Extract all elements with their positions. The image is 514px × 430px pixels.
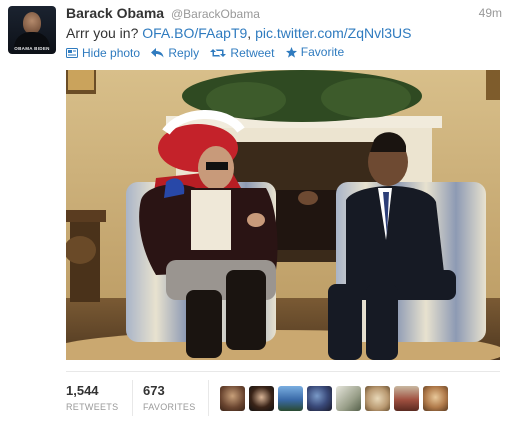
reply-icon (151, 47, 164, 57)
retweets-label: RETWEETS (66, 402, 119, 412)
avatar-caption: OBAMA BIDEN (14, 46, 50, 51)
favoriters-avatars (220, 386, 452, 411)
reply-button[interactable]: Reply (151, 46, 199, 60)
oval-office-scene (66, 70, 500, 360)
retweets-stat[interactable]: 1,544 RETWEETS (66, 383, 118, 412)
favorites-label: FAVORITES (143, 402, 196, 412)
hide-photo-label: Hide photo (82, 45, 141, 60)
photo-icon (66, 47, 78, 58)
favoriter-avatar[interactable] (394, 386, 419, 411)
retweet-label: Retweet (230, 45, 275, 60)
tweet-link-pic[interactable]: pic.twitter.com/ZqNvl3US (255, 25, 411, 41)
avatar[interactable]: OBAMA BIDEN (8, 6, 56, 54)
avatar-face (23, 12, 41, 34)
hide-photo-button[interactable]: Hide photo (66, 46, 140, 60)
reply-label: Reply (168, 45, 200, 60)
favoriter-avatar[interactable] (278, 386, 303, 411)
stats-separator (132, 380, 133, 416)
stats-separator (208, 380, 209, 416)
retweet-icon (210, 48, 227, 57)
favoriter-avatar[interactable] (249, 386, 274, 411)
favorites-count: 673 (143, 383, 165, 398)
tweet: OBAMA BIDEN Barack Obama @BarackObama 49… (0, 0, 514, 430)
tweet-text-separator: , (247, 25, 256, 41)
user-handle[interactable]: @BarackObama (171, 7, 260, 21)
favorite-label: Favorite (300, 45, 345, 59)
tweet-text: Arrr you in? OFA.BO/FAapT9, pic.twitter.… (66, 25, 411, 41)
favoriter-avatar[interactable] (336, 386, 361, 411)
favoriter-avatar[interactable] (365, 386, 390, 411)
favorite-button[interactable]: Favorite (285, 45, 345, 59)
retweet-button[interactable]: Retweet (210, 46, 274, 60)
tweet-timestamp[interactable]: 49m (479, 6, 502, 20)
favoriter-avatar[interactable] (220, 386, 245, 411)
tweet-photo[interactable] (66, 70, 500, 360)
favorites-stat[interactable]: 673 FAVORITES (143, 383, 196, 412)
tweet-link-ofa[interactable]: OFA.BO/FAapT9 (142, 25, 247, 41)
retweets-count: 1,544 (66, 383, 99, 398)
user-name[interactable]: Barack Obama (66, 5, 164, 21)
favoriter-avatar[interactable] (423, 386, 448, 411)
stats-divider (66, 371, 500, 372)
favoriter-avatar[interactable] (307, 386, 332, 411)
star-icon (285, 46, 297, 58)
tweet-text-prefix: Arrr you in? (66, 25, 143, 41)
tweet-actions: Hide photo Reply Retweet Favorite (66, 45, 352, 61)
